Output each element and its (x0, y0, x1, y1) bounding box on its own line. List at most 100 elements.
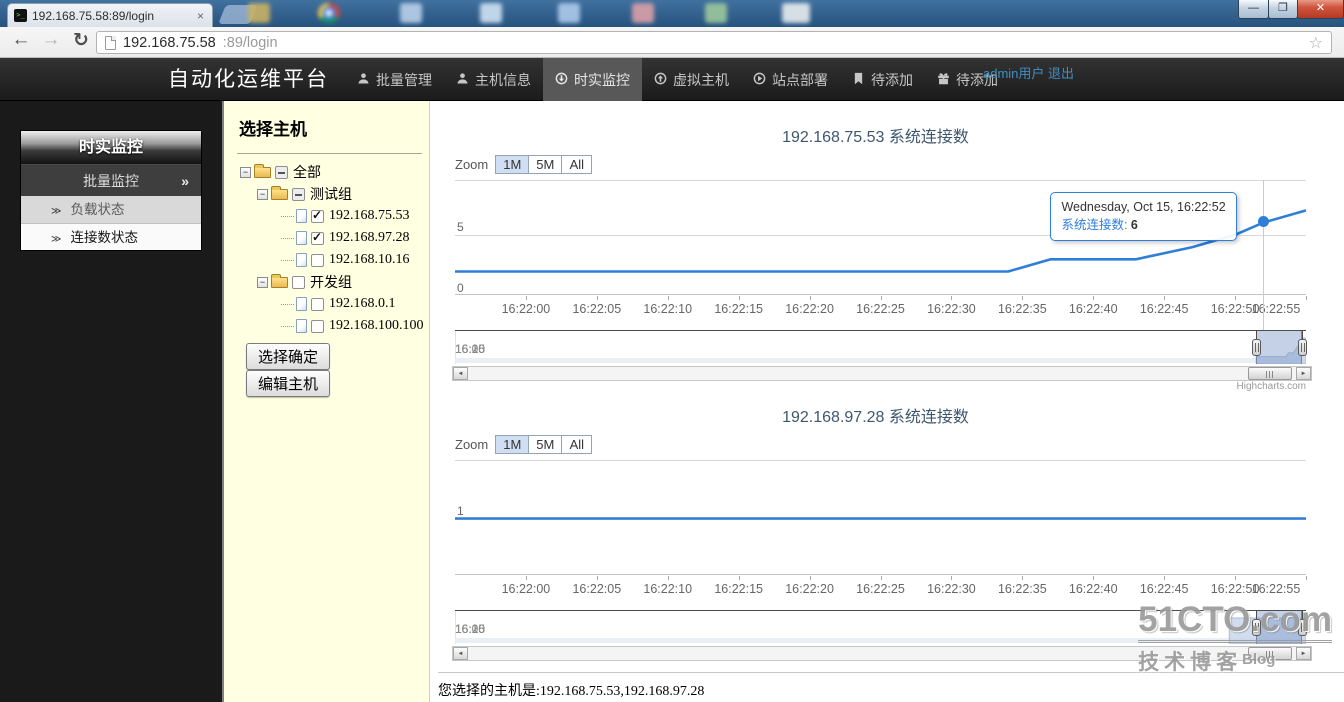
blurred-desktop-icon (318, 3, 340, 23)
folder-icon (254, 167, 271, 178)
stock-chart-75-53: 192.168.75.53 系统连接数Zoom1M5MAll0516:22:00… (445, 115, 1306, 393)
x-tick (668, 576, 669, 580)
nav-item-5[interactable]: 站点部署 (741, 58, 840, 101)
bookmark-star-icon[interactable]: ☆ (1309, 33, 1323, 53)
tree-expander-icon[interactable]: − (240, 167, 251, 178)
scrollbar-thumb[interactable] (1248, 367, 1293, 380)
confirm-select-button[interactable]: 选择确定 (246, 343, 330, 370)
range-selector: Zoom1M5MAll (455, 435, 592, 454)
nav-item-label: 批量管理 (376, 70, 432, 90)
forward-button[interactable]: → (38, 29, 64, 51)
blurred-desktop-icon (782, 3, 810, 23)
x-tick (1235, 296, 1236, 300)
navigator-handle-left[interactable] (1252, 339, 1261, 356)
address-bar[interactable]: 192.168.75.58 :89/login ☆ (96, 31, 1332, 54)
tree-expander-icon[interactable]: − (257, 277, 268, 288)
x-axis-label: 16:22:40 (1055, 302, 1131, 316)
checkbox-partial[interactable] (292, 188, 305, 201)
navigator-handle-right[interactable] (1298, 339, 1307, 356)
folder-icon (271, 189, 288, 200)
x-axis: 16:22:0016:22:0516:22:1016:22:1516:22:20… (455, 296, 1306, 318)
nav-item-6[interactable]: 待添加 (840, 58, 925, 101)
back-button[interactable]: ← (8, 29, 34, 51)
x-tick (739, 296, 740, 300)
zoom-button-5m[interactable]: 5M (528, 435, 562, 454)
zoom-button-all[interactable]: All (561, 435, 592, 454)
zoom-button-1m[interactable]: 1M (495, 435, 529, 454)
checkbox-partial[interactable] (275, 166, 288, 179)
browser-tab[interactable]: 192.168.75.58:89/login × (7, 3, 213, 27)
tree-node-label: 开发组 (310, 272, 352, 292)
navigator-window[interactable] (1256, 331, 1302, 364)
checkbox-none[interactable] (311, 320, 324, 333)
navigator[interactable]: 16:0516:1016:1516:20 (455, 330, 1306, 363)
scrollbar-left-arrow-icon[interactable]: ◄ (453, 647, 468, 660)
x-tick (1093, 296, 1094, 300)
window-minimize-button[interactable]: — (1238, 0, 1269, 19)
zoom-button-all[interactable]: All (561, 155, 592, 174)
x-axis-label: 16:22:25 (843, 302, 919, 316)
tree-node-全部[interactable]: −全部 (234, 161, 427, 183)
clock-down-icon (555, 72, 568, 88)
left-sidebar: 时实监控 批量监控»≫负载状态≫连接数状态 (0, 101, 222, 702)
nav-item-3[interactable]: 时实监控 (543, 58, 642, 101)
circle-play-icon (753, 72, 766, 88)
checkbox-none[interactable] (311, 298, 324, 311)
tree-node-192.168.75.53[interactable]: 192.168.75.53 (234, 205, 427, 227)
nav-item-2[interactable]: 主机信息 (444, 58, 543, 101)
tree-node-label: 192.168.97.28 (329, 230, 410, 246)
checkbox-none[interactable] (311, 254, 324, 267)
scrollbar[interactable]: ◄► (452, 366, 1312, 381)
checkbox-checked[interactable] (311, 210, 324, 223)
tree-node-192.168.0.1[interactable]: 192.168.0.1 (234, 293, 427, 315)
tree-node-测试组[interactable]: − 测试组 (234, 183, 427, 205)
tooltip-series-label: 系统连接数: (1061, 218, 1130, 232)
user-account-link[interactable]: admin用户 (983, 66, 1044, 81)
highcharts-credit[interactable]: Highcharts.com (1237, 381, 1306, 392)
page-icon (105, 36, 116, 50)
tree-node-开发组[interactable]: − 开发组 (234, 271, 427, 293)
logout-link[interactable]: 退出 (1048, 66, 1074, 81)
x-tick (1093, 576, 1094, 580)
51cto-watermark: 51CTO.com 技术博客Blog (1138, 602, 1332, 676)
host-tree: −全部−测试组192.168.75.53192.168.97.28192.168… (234, 161, 427, 337)
nav-item-label: 虚拟主机 (673, 70, 729, 90)
x-axis-label: 16:22:00 (488, 302, 564, 316)
file-icon (296, 253, 307, 267)
x-tick (1306, 296, 1307, 300)
scrollbar-left-arrow-icon[interactable]: ◄ (453, 367, 468, 380)
sidebar-header: 时实监控 (21, 131, 201, 164)
zoom-button-1m[interactable]: 1M (495, 155, 529, 174)
tab-close-icon[interactable]: × (195, 9, 206, 23)
window-maximize-button[interactable]: ❐ (1268, 0, 1298, 19)
plot-area[interactable]: 1 (455, 460, 1306, 575)
sidebar-menu-box: 时实监控 批量监控»≫负载状态≫连接数状态 (20, 130, 202, 251)
tab-title: 192.168.75.58:89/login (32, 9, 190, 23)
window-close-button[interactable]: ✕ (1297, 0, 1344, 19)
tree-node-label: 192.168.10.16 (329, 252, 410, 268)
sidebar-item-3[interactable]: ≫连接数状态 (21, 223, 201, 250)
scrollbar-right-arrow-icon[interactable]: ► (1296, 367, 1311, 380)
checkbox-checked[interactable] (311, 232, 324, 245)
folder-icon (271, 277, 288, 288)
app-brand: 自动化运维平台 (168, 58, 329, 101)
tree-node-192.168.10.16[interactable]: 192.168.10.16 (234, 249, 427, 271)
tree-expander-icon[interactable]: − (257, 189, 268, 200)
tree-node-192.168.100.100[interactable]: 192.168.100.100 (234, 315, 427, 337)
tree-node-192.168.97.28[interactable]: 192.168.97.28 (234, 227, 427, 249)
url-host: 192.168.75.58 (123, 35, 216, 51)
user-icon (456, 72, 469, 88)
nav-item-1[interactable]: 批量管理 (345, 58, 444, 101)
blurred-desktop-icon (632, 3, 654, 23)
tree-node-label: 测试组 (310, 184, 352, 204)
checkbox-none[interactable] (292, 276, 305, 289)
reload-button[interactable]: ↻ (68, 29, 94, 52)
nav-item-4[interactable]: 虚拟主机 (642, 58, 741, 101)
edit-host-button[interactable]: 编辑主机 (246, 370, 330, 397)
zoom-button-5m[interactable]: 5M (528, 155, 562, 174)
sidebar-item-2[interactable]: ≫负载状态 (21, 196, 201, 223)
x-tick (951, 296, 952, 300)
sidebar-item-1[interactable]: 批量监控» (21, 164, 201, 196)
tree-node-label: 192.168.75.53 (329, 208, 410, 224)
watermark-subtitle: 技术博客Blog (1138, 646, 1332, 676)
